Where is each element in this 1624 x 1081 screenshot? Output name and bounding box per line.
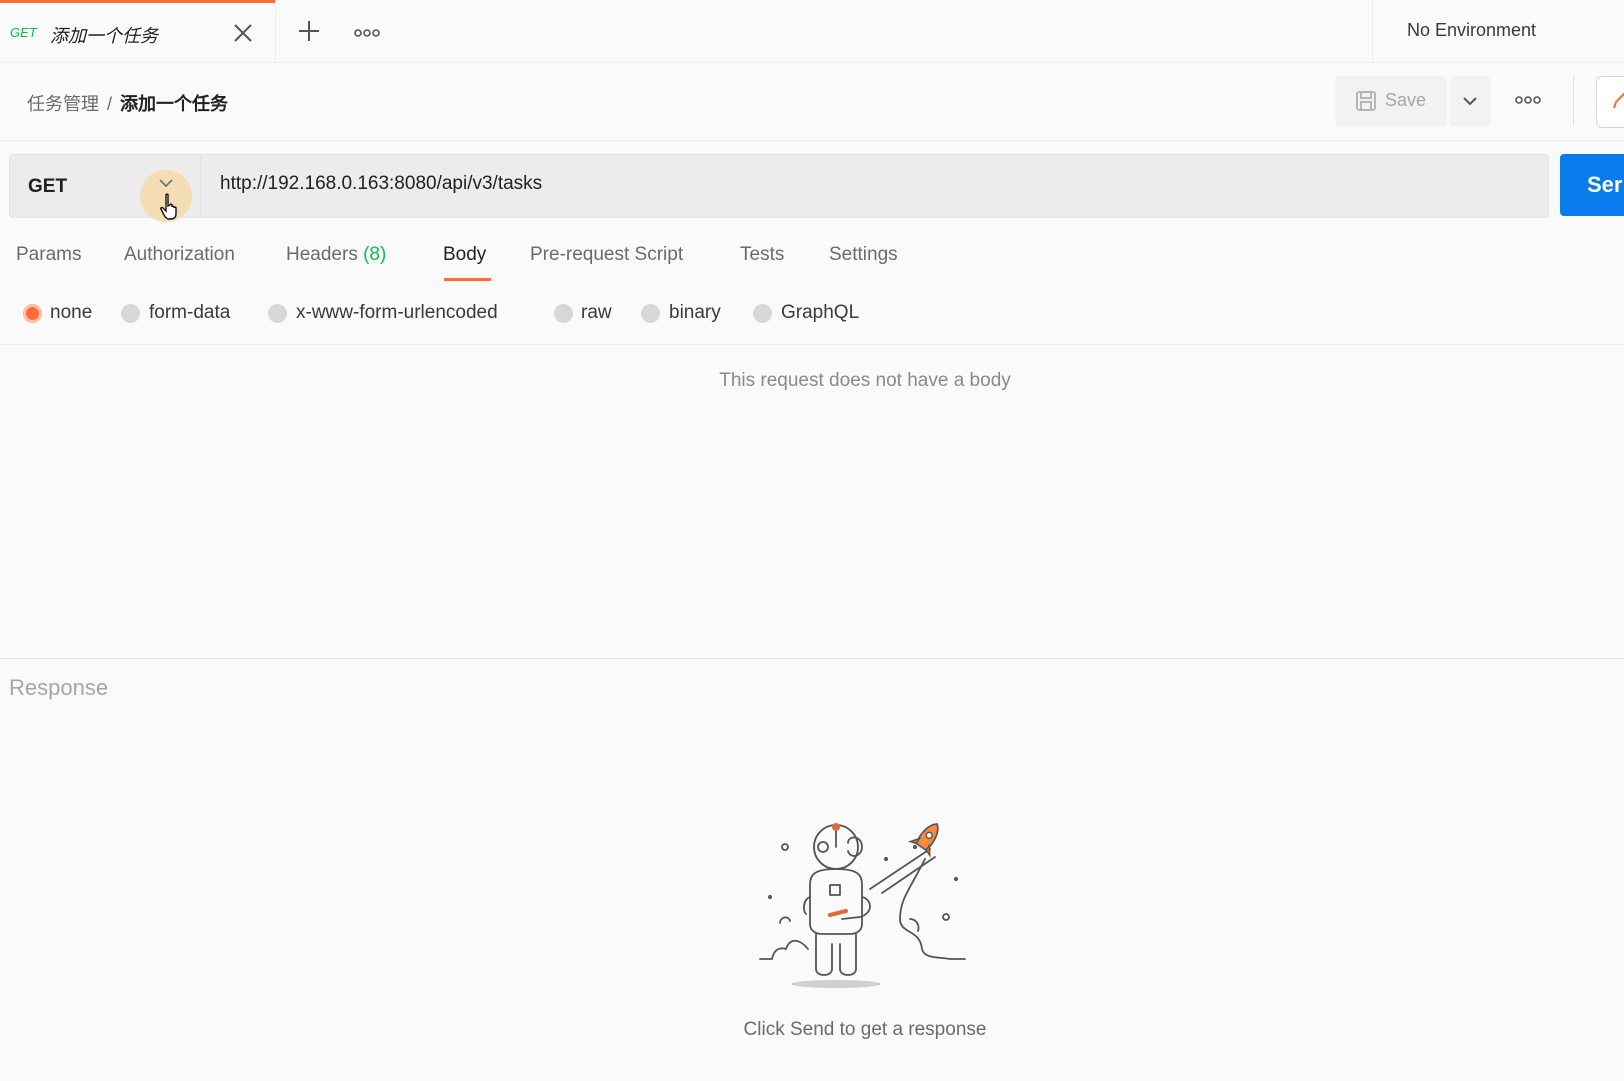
no-body-message: This request does not have a body: [719, 370, 1011, 391]
hand-cursor-icon: [160, 193, 177, 220]
radio-none[interactable]: [23, 304, 42, 323]
save-button[interactable]: Save: [1335, 76, 1447, 126]
radio-label-none[interactable]: none: [50, 302, 92, 324]
save-label: Save: [1385, 90, 1427, 110]
breadcrumb-current[interactable]: 添加一个任务: [120, 94, 228, 114]
chevron-down-icon: [1463, 97, 1477, 106]
radio-label-urlencoded[interactable]: x-www-form-urlencoded: [296, 302, 498, 324]
edit-button[interactable]: [1596, 76, 1624, 128]
active-tab-underline: [444, 278, 491, 281]
radio-form-data[interactable]: [121, 304, 140, 323]
header-divider: [1573, 76, 1574, 126]
radio-graphql[interactable]: [753, 304, 772, 323]
save-options-button[interactable]: [1450, 76, 1490, 126]
radio-label-raw[interactable]: raw: [581, 302, 612, 324]
tab-headers-label: Headers: [286, 244, 358, 265]
more-horizontal-icon[interactable]: [1515, 90, 1541, 110]
more-horizontal-icon[interactable]: [354, 20, 380, 46]
breadcrumb: 任务管理 / 添加一个任务: [27, 90, 228, 116]
method-select[interactable]: GET: [10, 155, 201, 222]
radio-label-graphql[interactable]: GraphQL: [781, 302, 859, 324]
tab-settings[interactable]: Settings: [829, 244, 898, 266]
tab-bar: GET 添加一个任务 No Environment: [0, 0, 1624, 63]
tab-title: 添加一个任务: [50, 26, 158, 46]
tab-headers[interactable]: Headers (8): [286, 244, 386, 266]
environment-select[interactable]: No Environment: [1372, 0, 1624, 62]
tab-authorization[interactable]: Authorization: [124, 244, 235, 266]
breadcrumb-separator: /: [107, 94, 113, 114]
active-tab-indicator: [0, 0, 275, 3]
request-tab[interactable]: GET 添加一个任务: [0, 0, 276, 62]
chevron-down-icon[interactable]: [158, 177, 174, 189]
url-input[interactable]: [220, 173, 1520, 195]
send-button[interactable]: Ser: [1560, 154, 1624, 216]
radio-binary[interactable]: [641, 304, 660, 323]
tab-pre-request-script[interactable]: Pre-request Script: [530, 244, 683, 266]
response-hint: Click Send to get a response: [743, 1019, 987, 1040]
astronaut-rocket-illustration: [759, 823, 966, 988]
close-icon[interactable]: [230, 20, 256, 46]
request-header: 任务管理 / 添加一个任务 Save: [0, 62, 1624, 141]
radio-raw[interactable]: [554, 304, 573, 323]
tab-tests[interactable]: Tests: [740, 244, 784, 266]
pencil-icon: [1613, 92, 1624, 109]
response-section: Response Click Send to get a response: [0, 658, 1624, 1081]
breadcrumb-parent[interactable]: 任务管理: [27, 94, 99, 114]
radio-urlencoded[interactable]: [268, 304, 287, 323]
radio-label-binary[interactable]: binary: [669, 302, 721, 324]
request-tabs: Params Authorization Headers (8) Body Pr…: [0, 232, 1624, 282]
environment-label: No Environment: [1407, 20, 1537, 40]
body-type-selector: none form-data x-www-form-urlencoded raw…: [0, 298, 1624, 345]
url-bar: GET: [9, 154, 1549, 222]
plus-icon[interactable]: [296, 18, 322, 44]
tab-params[interactable]: Params: [16, 244, 81, 266]
tab-body[interactable]: Body: [443, 244, 486, 266]
radio-label-form-data[interactable]: form-data: [149, 302, 230, 324]
tab-method-label: GET: [10, 25, 37, 40]
save-icon: [1355, 90, 1377, 117]
method-label: GET: [28, 176, 68, 197]
headers-count: (8): [363, 244, 387, 265]
response-title: Response: [9, 675, 109, 700]
send-label: Ser: [1587, 172, 1623, 197]
